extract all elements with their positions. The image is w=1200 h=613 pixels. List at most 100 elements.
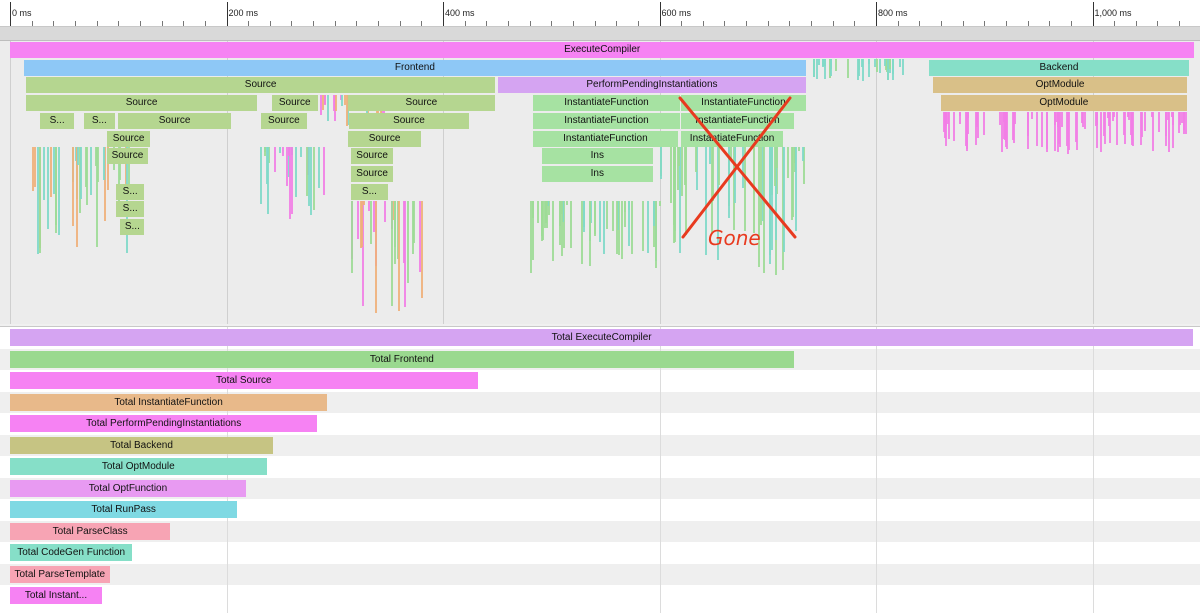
flame-spike xyxy=(406,201,409,283)
flame-spike xyxy=(291,147,294,215)
flame-spike xyxy=(340,95,343,106)
timeline-scrub-strip[interactable] xyxy=(0,27,1200,41)
ruler-minor-tick xyxy=(789,21,791,26)
flame-bar[interactable]: PerformPendingInstantiations xyxy=(498,77,806,94)
flame-bar[interactable]: S... xyxy=(116,183,145,200)
flame-bar[interactable]: Source xyxy=(347,130,422,147)
flame-spike xyxy=(368,201,371,211)
flame-spike xyxy=(1066,112,1069,117)
flame-spike xyxy=(95,147,98,247)
flame-spike xyxy=(288,147,291,219)
flame-spike xyxy=(536,201,539,223)
flame-spike xyxy=(958,112,961,125)
flame-bar[interactable]: Source xyxy=(26,95,257,112)
flame-spike xyxy=(889,59,892,70)
flame-spike xyxy=(1076,112,1079,150)
totals-bar[interactable]: Total ParseClass xyxy=(10,522,171,540)
gridline xyxy=(659,327,661,613)
flame-bar[interactable]: Ins xyxy=(541,165,654,182)
flame-bar[interactable]: InstantiateFunction xyxy=(532,112,681,129)
flame-bar[interactable]: Source xyxy=(348,112,470,129)
flame-spike xyxy=(583,201,586,232)
flame-bar[interactable]: Source xyxy=(271,95,318,112)
flame-bar[interactable]: InstantiateFunction xyxy=(532,95,681,112)
flame-bar[interactable]: S... xyxy=(116,201,145,218)
ruler-minor-tick xyxy=(74,21,76,26)
flame-bar[interactable]: Source xyxy=(347,95,496,112)
flame-spike xyxy=(812,59,815,78)
flame-bar[interactable]: Source xyxy=(350,148,394,165)
totals-bar[interactable]: Total Backend xyxy=(10,436,274,454)
flame-bar[interactable]: Source xyxy=(26,77,496,94)
totals-bar[interactable]: Total InstantiateFunction xyxy=(10,393,328,411)
flame-spike xyxy=(602,201,605,255)
ruler-minor-tick xyxy=(572,21,574,26)
totals-bar[interactable]: Total PerformPendingInstantiations xyxy=(10,415,318,432)
flame-bar[interactable]: InstantiateFunction xyxy=(681,112,794,129)
ruler-minor-tick xyxy=(269,21,271,26)
flame-spike xyxy=(594,201,597,237)
totals-bar[interactable]: Total ParseTemplate xyxy=(10,565,110,583)
flame-spike xyxy=(312,147,315,211)
flame-bar[interactable]: Source xyxy=(350,165,394,182)
flame-spike xyxy=(71,147,74,226)
flame-bar[interactable]: Ins xyxy=(541,148,654,165)
flame-bar[interactable]: Source xyxy=(261,112,307,129)
flame-bar[interactable]: Source xyxy=(107,130,150,147)
flame-spike xyxy=(776,147,779,168)
ruler-minor-tick xyxy=(204,21,206,26)
totals-bar[interactable]: Total CodeGen Function xyxy=(10,544,133,561)
flame-bar[interactable]: Source xyxy=(118,112,231,129)
flame-spike xyxy=(39,147,42,253)
flame-bar[interactable]: InstantiateFunction xyxy=(681,95,806,112)
flame-spike xyxy=(606,201,609,230)
flame-spike xyxy=(398,201,401,311)
time-ruler[interactable]: 0 ms 200 ms 400 ms 600 ms 800 ms 1,000 ms xyxy=(0,0,1200,27)
flame-bar[interactable]: ExecuteCompiler xyxy=(10,42,1195,58)
ruler-minor-tick xyxy=(724,21,726,26)
flame-bar[interactable]: InstantiateFunction xyxy=(532,130,678,147)
flame-graph[interactable]: ExecuteCompiler Frontend Backend Source Perf… xyxy=(0,41,1200,324)
totals-row: Total InstantiateFunction xyxy=(0,391,1200,413)
ruler-minor-tick xyxy=(1027,21,1029,26)
ruler-label: 800 ms xyxy=(878,8,908,18)
flame-bar[interactable]: Source xyxy=(107,148,148,165)
flame-bar[interactable]: Frontend xyxy=(24,59,806,76)
totals-bar[interactable]: Total Instant... xyxy=(10,587,102,604)
flame-bar[interactable]: OptModule xyxy=(940,95,1187,112)
flame-spike xyxy=(320,95,323,116)
flame-bar[interactable]: OptModule xyxy=(933,77,1187,94)
totals-row: Total RunPass xyxy=(0,499,1200,521)
flame-bar[interactable]: S... xyxy=(40,112,74,129)
flame-bar[interactable]: Backend xyxy=(929,59,1189,76)
totals-bar[interactable]: Total OptFunction xyxy=(10,479,246,497)
flame-spike xyxy=(77,147,80,165)
totals-bar[interactable]: Total ExecuteCompiler xyxy=(10,329,1194,346)
flame-spike xyxy=(566,201,569,205)
flame-bar[interactable]: S... xyxy=(120,219,145,235)
flame-spike xyxy=(1151,112,1154,151)
flame-spike xyxy=(787,147,790,179)
ruler-minor-tick xyxy=(897,21,899,26)
totals-bar[interactable]: Total RunPass xyxy=(10,501,238,518)
ruler-label: 200 ms xyxy=(228,8,259,18)
flame-spike xyxy=(1144,112,1147,131)
flame-spike xyxy=(287,147,290,157)
totals-row: Total Backend xyxy=(0,434,1200,456)
totals-bar[interactable]: Total Frontend xyxy=(10,350,794,368)
totals-bar[interactable]: Total Source xyxy=(10,372,478,389)
flame-bar[interactable]: S... xyxy=(83,112,116,129)
flame-spike xyxy=(711,147,714,202)
totals-bar[interactable]: Total OptModule xyxy=(10,458,267,475)
ruler-label: 1,000 ms xyxy=(1094,8,1132,18)
ruler-minor-tick xyxy=(767,21,769,26)
flame-bar[interactable]: InstantiateFunction xyxy=(681,130,783,147)
flame-spike xyxy=(317,147,320,188)
flame-spike xyxy=(1131,112,1134,146)
ruler-minor-tick xyxy=(919,21,921,26)
flame-bar[interactable]: S... xyxy=(350,183,388,200)
flame-spike xyxy=(673,147,676,243)
flame-spike xyxy=(282,147,285,157)
ruler-label: 600 ms xyxy=(661,8,692,18)
flame-spike xyxy=(1030,112,1033,120)
